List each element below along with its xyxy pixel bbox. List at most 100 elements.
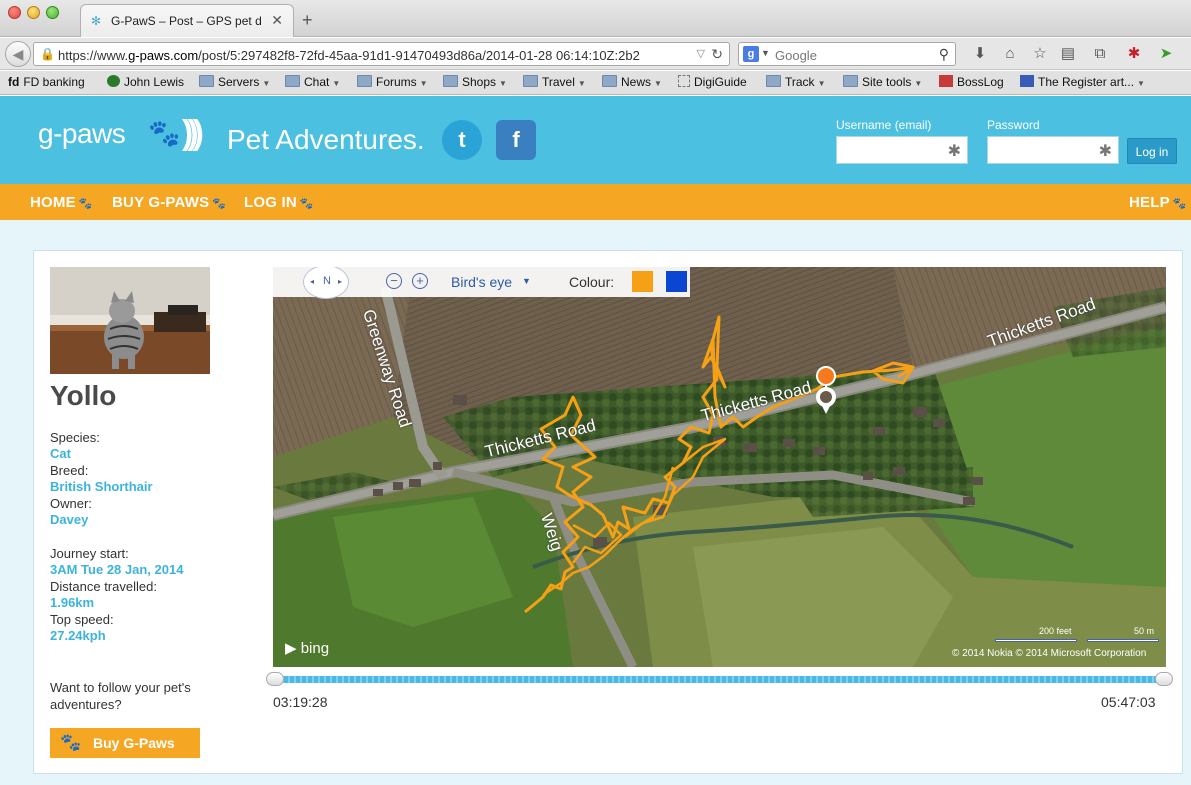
google-logo-icon[interactable]: g (743, 46, 759, 62)
chevron-down-icon: ▼ (577, 79, 586, 88)
slider-start-handle[interactable] (266, 672, 284, 686)
bookmark-digiguide[interactable]: DigiGuide (678, 75, 747, 89)
zoom-out-button[interactable]: − (386, 273, 402, 289)
scale-feet-label: 200 feet (1039, 626, 1072, 636)
map-toolbar: ◂ N ▸ − + Bird's eye ▼ Colour: (273, 267, 690, 299)
chevron-down-icon: ▼ (1137, 79, 1145, 88)
browser-titlebar: ✻ G-PawS – Post – GPS pet d... ✕ + (0, 0, 1191, 37)
paw-logo-icon: 🐾 (148, 118, 181, 148)
folder-icon (357, 75, 372, 87)
bookmark-star-icon[interactable]: ☆ (1030, 44, 1050, 64)
compass-control[interactable]: ◂ N ▸ (303, 267, 349, 299)
tab-close-icon[interactable]: ✕ (271, 12, 283, 29)
chevron-down-icon: ▼ (419, 79, 428, 88)
bookmark-folder-track[interactable]: Track ▼ (766, 75, 825, 89)
nav-log-in[interactable]: LOG IN 🐾 (244, 194, 314, 211)
paw-favicon-icon: ✻ (91, 14, 102, 28)
download-icon[interactable]: ⬇ (970, 44, 990, 64)
tab-title: G-PawS – Post – GPS pet d... (111, 14, 261, 28)
colour-swatch-orange[interactable] (632, 271, 653, 292)
rotate-right-icon[interactable]: ▸ (338, 277, 342, 286)
folder-icon (523, 75, 538, 87)
rss-feed-icon (1020, 75, 1034, 87)
search-icon[interactable]: ⚲ (939, 46, 949, 63)
nav-help[interactable]: HELP 🐾 (1129, 194, 1187, 211)
addon-green-icon[interactable]: ➤ (1156, 44, 1176, 64)
map-view[interactable]: Greenway Road Thicketts Road Thicketts R… (273, 267, 1166, 667)
bookmark-folder-travel[interactable]: Travel ▼ (523, 75, 586, 89)
bookmark-folder-chat[interactable]: Chat ▼ (285, 75, 340, 89)
chevron-down-icon[interactable]: ▼ (522, 276, 531, 286)
folder-icon (766, 75, 781, 87)
rotate-left-icon[interactable]: ◂ (310, 277, 314, 286)
twitter-icon[interactable]: t (442, 120, 482, 160)
map-copyright: © 2014 Nokia © 2014 Microsoft Corporatio… (952, 648, 1147, 659)
search-engine-dropdown-icon[interactable]: ▼ (761, 48, 770, 58)
bookmark-folder-news[interactable]: News ▼ (602, 75, 662, 89)
breed-label: Breed: (50, 463, 89, 478)
bookmark-folder-forums[interactable]: Forums ▼ (357, 75, 428, 89)
browser-tab[interactable]: ✻ G-PawS – Post – GPS pet d... ✕ (80, 4, 294, 37)
nav-home[interactable]: HOME 🐾 (30, 194, 93, 211)
login-button[interactable]: Log in (1127, 138, 1177, 164)
bookmark-fd-banking[interactable]: fd FD banking (8, 75, 85, 89)
bosslog-icon (939, 75, 953, 87)
home-icon[interactable]: ⌂ (1000, 44, 1020, 64)
colour-swatch-blue[interactable] (666, 271, 687, 292)
username-input[interactable]: ✱ (836, 136, 968, 164)
nav-buy-g-paws[interactable]: BUY G-PAWS 🐾 (112, 194, 226, 211)
search-bar[interactable]: g ▼ Google ⚲ (738, 42, 956, 66)
buy-g-paws-button[interactable]: 🐾 Buy G-Paws (50, 728, 200, 758)
addon-s-icon[interactable]: ⧉ (1090, 44, 1110, 64)
back-button[interactable]: ◀ (5, 41, 31, 67)
folder-icon (285, 75, 300, 87)
colour-label: Colour: (569, 274, 615, 290)
paw-icon: 🐾 (1172, 198, 1187, 210)
chevron-down-icon: ▼ (914, 79, 923, 88)
reading-list-icon[interactable]: ▤ (1058, 44, 1078, 64)
journey-start-label: Journey start: (50, 546, 129, 561)
history-dropdown-icon[interactable]: ▽ (697, 47, 705, 60)
slider-end-handle[interactable] (1155, 672, 1173, 686)
bing-icon: ▶ (285, 640, 297, 657)
distance-label: Distance travelled: (50, 579, 157, 594)
timeline-start-time: 03:19:28 (273, 694, 328, 710)
bookmark-john-lewis[interactable]: John Lewis (107, 75, 184, 89)
bookmark-the-register[interactable]: The Register art... ▼ (1020, 75, 1145, 89)
url-prefix: https://www. (58, 48, 129, 63)
folder-icon (843, 75, 858, 87)
new-tab-button[interactable]: + (302, 10, 313, 31)
required-asterisk-icon: ✱ (1098, 143, 1112, 160)
search-input[interactable]: Google (775, 48, 817, 63)
signal-waves-icon: ))) (182, 114, 204, 152)
distance-value: 1.96km (50, 595, 95, 610)
chevron-down-icon: ▼ (262, 79, 271, 88)
addon-red-icon[interactable]: ✱ (1124, 44, 1144, 64)
password-input[interactable]: ✱ (987, 136, 1119, 164)
bing-logo: ▶ bing (285, 640, 330, 657)
map-view-mode-select[interactable]: Bird's eye (451, 274, 512, 290)
close-window-button[interactable] (8, 6, 21, 19)
minimize-window-button[interactable] (27, 6, 40, 19)
chevron-down-icon: ▼ (332, 79, 341, 88)
site-logo[interactable]: g-paws (38, 118, 126, 150)
zoom-in-button[interactable]: + (412, 273, 428, 289)
bookmark-folder-shops[interactable]: Shops ▼ (443, 75, 507, 89)
lock-icon: 🔒 (40, 47, 55, 61)
slider-track[interactable] (278, 676, 1164, 683)
pet-photo (50, 267, 210, 374)
bookmark-folder-site-tools[interactable]: Site tools ▼ (843, 75, 922, 89)
bookmark-folder-servers[interactable]: Servers ▼ (199, 75, 270, 89)
url-text: https://www.g-paws.com/post/5:297482f8-7… (58, 48, 688, 63)
zoom-window-button[interactable] (46, 6, 59, 19)
site-nav: HOME 🐾 BUY G-PAWS 🐾 LOG IN 🐾 HELP 🐾 (0, 184, 1191, 220)
bookmark-bosslog[interactable]: BossLog (939, 75, 1004, 89)
browser-navbar: ◀ 🔒 https://www.g-paws.com/post/5:297482… (0, 38, 1191, 70)
url-host: g-paws.com (128, 48, 199, 63)
url-bar[interactable]: 🔒 https://www.g-paws.com/post/5:297482f8… (33, 42, 730, 66)
species-value: Cat (50, 446, 71, 461)
facebook-icon[interactable]: f (496, 120, 536, 160)
time-range-slider[interactable] (266, 672, 1175, 686)
reload-icon[interactable]: ↻ (711, 46, 723, 63)
scale-metres-label: 50 m (1134, 626, 1155, 636)
